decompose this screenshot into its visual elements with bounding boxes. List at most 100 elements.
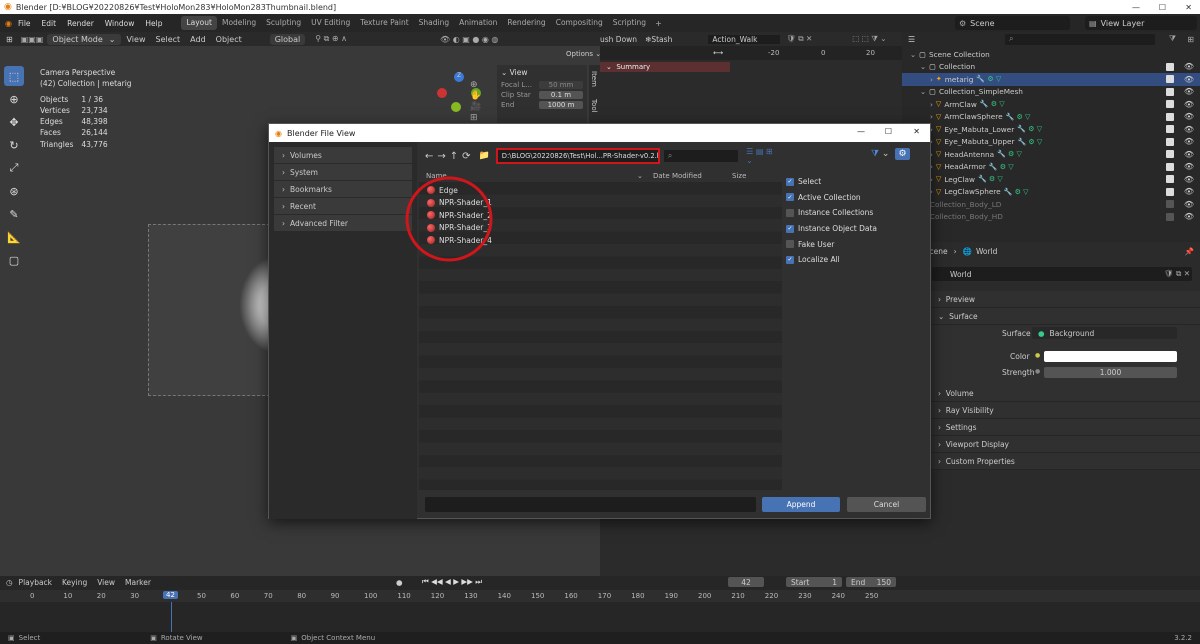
timeline-ruler[interactable]: 0102030405060708090100110120130140150160… xyxy=(0,590,1200,602)
panel-ray-visibility[interactable]: › Ray Visibility xyxy=(902,402,1200,419)
tab-modeling[interactable]: Modeling xyxy=(217,16,261,30)
option-select[interactable]: ✓ Select xyxy=(786,174,926,190)
editor-type-icon[interactable]: ⊞ xyxy=(6,35,13,44)
tab-layout[interactable]: Layout xyxy=(181,16,217,30)
column-date-modified[interactable]: Date Modified xyxy=(653,172,702,180)
scene-selector[interactable]: ⚙ Scene xyxy=(955,16,1070,30)
select-mode-icons[interactable]: ▣▣▣ xyxy=(21,35,44,44)
back-icon[interactable]: ← xyxy=(425,151,433,162)
move-icon[interactable]: ✥ xyxy=(4,112,24,132)
tab-animation[interactable]: Animation xyxy=(454,16,502,30)
view-field-value[interactable]: 50 mm xyxy=(539,81,583,89)
filter-icon[interactable]: ⧩ xyxy=(1169,34,1176,44)
tab-sculpting[interactable]: Sculpting xyxy=(261,16,306,30)
append-button[interactable]: Append xyxy=(762,497,840,512)
viewport-nav-buttons[interactable]: ⊕ ✋ 🎥 ⊞ xyxy=(470,80,481,124)
exclude-checkbox[interactable] xyxy=(1166,212,1174,221)
panel-custom-properties[interactable]: › Custom Properties xyxy=(902,453,1200,470)
x-axis-icon[interactable] xyxy=(451,102,461,112)
close-icon[interactable]: ✕ xyxy=(913,127,920,136)
visibility-eye-icon[interactable]: 👁 xyxy=(1184,150,1194,159)
outliner-row[interactable]: › ▽ LegClaw 🔧 ⚙ ▽ 👁 xyxy=(902,173,1200,186)
chevron-right-icon[interactable]: › xyxy=(930,75,933,84)
refresh-icon[interactable]: ⟳ xyxy=(462,151,470,162)
exclude-checkbox[interactable] xyxy=(1166,187,1174,196)
settings-gear-icon[interactable]: ⚙ xyxy=(895,148,910,160)
maximize-icon[interactable]: ☐ xyxy=(1159,3,1166,12)
forward-icon[interactable]: → xyxy=(437,151,445,162)
option-instance-collections[interactable]: Instance Collections xyxy=(786,205,926,221)
playback-controls-icons[interactable]: ⏮ ◀◀ ◀ ▶ ▶▶ ⏭ xyxy=(422,577,482,587)
option-instance-object-data[interactable]: ✓ Instance Object Data xyxy=(786,221,926,237)
cursor-icon[interactable]: ⊕ xyxy=(4,89,24,109)
exclude-checkbox[interactable] xyxy=(1166,175,1174,184)
tab-rendering[interactable]: Rendering xyxy=(502,16,550,30)
timeline-menu-playback[interactable]: Playback xyxy=(19,578,52,587)
pin-icon[interactable]: 📌 xyxy=(1185,247,1194,256)
end-frame-field[interactable]: End 150 xyxy=(846,577,896,587)
exclude-checkbox[interactable] xyxy=(1166,137,1174,146)
menu-render[interactable]: Render xyxy=(67,19,94,28)
checkbox[interactable]: ✓ xyxy=(786,255,794,264)
current-frame-field[interactable]: 42 xyxy=(728,577,764,587)
measure-icon[interactable]: 📐 xyxy=(4,227,24,247)
view-panel-header[interactable]: ⌄ View xyxy=(497,65,587,80)
push-down-button[interactable]: ush Down xyxy=(600,35,637,44)
outliner-row[interactable]: › ▽ HeadArmor 🔧 ⚙ ▽ 👁 xyxy=(902,161,1200,174)
maximize-icon[interactable]: ☐ xyxy=(885,127,892,136)
directory-path-input[interactable]: D:\BLOG\20220826\Test\Hol...PR-Shader-v0… xyxy=(495,148,660,164)
mode-selector[interactable]: Object Mode ⌄ xyxy=(47,33,121,45)
category-volumes[interactable]: › Volumes xyxy=(274,147,412,163)
sort-chevron-icon[interactable]: ⌄ xyxy=(637,172,643,180)
tab-compositing[interactable]: Compositing xyxy=(551,16,608,30)
menu-help[interactable]: Help xyxy=(145,19,162,28)
visibility-eye-icon[interactable]: 👁 xyxy=(1184,187,1194,196)
visibility-eye-icon[interactable]: 👁 xyxy=(1184,162,1194,171)
checkbox[interactable]: ✓ xyxy=(786,224,794,233)
timeline-menu-marker[interactable]: Marker xyxy=(125,578,151,587)
minimize-icon[interactable]: — xyxy=(857,127,865,136)
start-frame-field[interactable]: Start 1 xyxy=(786,577,842,587)
outliner-row[interactable]: ⌄ ▢ Collection_SimpleMesh 👁 xyxy=(902,86,1200,99)
tab-uv-editing[interactable]: UV Editing xyxy=(306,16,355,30)
summary-channel[interactable]: ⌄ Summary xyxy=(600,62,730,72)
exclude-checkbox[interactable] xyxy=(1166,62,1174,71)
tab-item[interactable]: Item xyxy=(589,65,598,97)
annotate-icon[interactable]: ✎ xyxy=(4,204,24,224)
transform-icon[interactable]: ⊛ xyxy=(4,181,24,201)
file-search-input[interactable]: ⌕ xyxy=(663,150,739,162)
tab-shading[interactable]: Shading xyxy=(414,16,454,30)
scale-icon[interactable]: ⤢ xyxy=(4,158,24,178)
category-recent[interactable]: › Recent xyxy=(274,198,412,214)
cancel-button[interactable]: Cancel xyxy=(847,497,926,512)
orientation-selector[interactable]: Global xyxy=(269,33,306,45)
filter-icon[interactable]: ⧩ xyxy=(871,149,879,159)
outliner-row[interactable]: › ▽ HeadAntenna 🔧 ⚙ ▽ 👁 xyxy=(902,148,1200,161)
panel-volume[interactable]: › Volume xyxy=(902,385,1200,402)
view-field-value[interactable]: 1000 m xyxy=(539,101,583,109)
tab-scripting[interactable]: Scripting xyxy=(608,16,651,30)
panel-preview[interactable]: › Preview xyxy=(902,291,1200,308)
snap-icons[interactable]: ⚲ ⧉ ⊕ ∧ xyxy=(315,34,347,44)
z-axis-icon[interactable]: Z xyxy=(454,72,464,82)
visibility-eye-icon[interactable]: 👁 xyxy=(1184,62,1194,71)
add-cube-icon[interactable]: ▢ xyxy=(4,250,24,270)
filter-toggle-icons[interactable]: ⧩ ⌄ ⚙ xyxy=(871,148,910,160)
outliner-search-input[interactable]: ⌕ xyxy=(1005,33,1156,45)
record-icon[interactable]: ● xyxy=(396,578,403,587)
outliner-row[interactable]: ⌄ ▢ Collection 👁 xyxy=(902,61,1200,74)
keyframe-dot-icon[interactable]: ● xyxy=(1035,368,1040,375)
timeline-menu-view[interactable]: View xyxy=(97,578,115,587)
option-active-collection[interactable]: ✓ Active Collection xyxy=(786,190,926,206)
viewport-menu-view[interactable]: View xyxy=(127,35,146,44)
timeline-menu-keying[interactable]: Keying xyxy=(62,578,87,587)
menu-file[interactable]: File xyxy=(18,19,31,28)
viewport-menu-add[interactable]: Add xyxy=(190,35,206,44)
action-name-field[interactable]: Action_Walk xyxy=(708,34,781,44)
parent-dir-icon[interactable]: ↑ xyxy=(450,151,458,162)
menu-edit[interactable]: Edit xyxy=(42,19,57,28)
outliner-row[interactable]: ▢Collection_Body_HD👁 xyxy=(902,211,1200,224)
checkbox[interactable] xyxy=(786,240,794,249)
outliner-row[interactable]: › ▽ Eye_Mabuta_Lower 🔧 ⚙ ▽ 👁 xyxy=(902,123,1200,136)
world-actions-icons[interactable]: 🛡 ⧉ ✕ xyxy=(1164,269,1190,279)
